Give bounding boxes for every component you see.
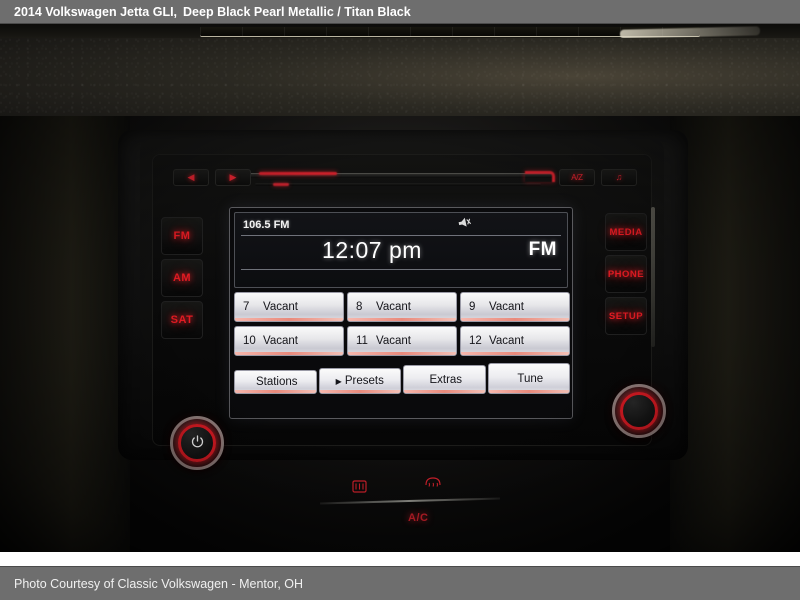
header-divider-bottom — [241, 269, 561, 270]
media-button-label: MEDIA — [609, 226, 643, 238]
right-button-column: MEDIA PHONE SETUP — [605, 213, 647, 339]
front-defrost-icon[interactable] — [424, 476, 442, 490]
preset-number: 10 — [243, 335, 256, 347]
current-frequency: 106.5 FM — [243, 219, 290, 231]
am-button-label: AM — [172, 272, 192, 284]
eject-button[interactable]: A/Z — [559, 169, 595, 186]
vehicle-caption-bar: 2014 Volkswagen Jetta GLI, Deep Black Pe… — [0, 0, 800, 24]
preset-number: 11 — [356, 335, 368, 347]
photo-courtesy-bar: Photo Courtesy of Classic Volkswagen - M… — [0, 566, 800, 600]
center-stack: ◀ ▶ A/Z ♫ FM AM SAT MEDIA PHONE SETUP 10… — [0, 116, 800, 552]
tab-presets[interactable]: ▶ Presets — [318, 368, 401, 394]
screen-tab-bar: Stations ▶ Presets Extras Tune — [234, 363, 570, 394]
eject-icon: A/Z — [571, 172, 583, 182]
prev-track-button[interactable]: ◀ — [173, 169, 209, 186]
preset-button[interactable]: 8 Vacant — [347, 292, 457, 322]
media-note-button[interactable]: ♫ — [601, 169, 637, 186]
tab-tune[interactable]: Tune — [487, 363, 570, 394]
band-indicator: FM — [528, 239, 557, 260]
next-track-button[interactable]: ▶ — [215, 169, 251, 186]
media-button[interactable]: MEDIA — [605, 213, 647, 251]
fm-button-label: FM — [173, 230, 191, 242]
cd-slot-row: ◀ ▶ A/Z ♫ — [167, 165, 639, 199]
tab-extras-label: Extras — [429, 373, 463, 386]
climate-control-panel: A/C 1 2 3 4 — [130, 462, 670, 552]
mute-speaker-icon — [457, 216, 472, 231]
left-button-column: FM AM SAT — [161, 217, 203, 343]
am-button[interactable]: AM — [161, 259, 203, 297]
preset-label: Vacant — [376, 335, 411, 347]
preset-number: 7 — [243, 301, 250, 313]
tab-extras[interactable]: Extras — [403, 365, 486, 394]
preset-label: Vacant — [263, 335, 298, 347]
cd-indicator-dot — [273, 183, 289, 186]
music-note-icon: ♫ — [615, 172, 623, 182]
tab-presets-label: Presets — [344, 375, 384, 387]
left-trim-panel — [0, 116, 130, 552]
photo-courtesy-text: Photo Courtesy of Classic Volkswagen - M… — [14, 576, 304, 591]
preset-grid: 7 Vacant 8 Vacant 9 Vacant 10 Vacant 11 … — [234, 292, 570, 356]
preset-label: Vacant — [489, 301, 524, 313]
tune-knob-ring — [620, 392, 658, 430]
phone-button-label: PHONE — [607, 268, 645, 280]
header-divider-top — [241, 235, 561, 236]
vehicle-colors: Deep Black Pearl Metallic / Titan Black — [183, 4, 411, 19]
phone-button[interactable]: PHONE — [605, 255, 647, 293]
preset-number: 8 — [356, 301, 363, 313]
next-track-icon: ▶ — [229, 172, 237, 182]
preset-button[interactable]: 12 Vacant — [460, 326, 570, 356]
setup-button-label: SETUP — [608, 310, 644, 322]
setup-button[interactable]: SETUP — [605, 297, 647, 335]
preset-label: Vacant — [489, 335, 524, 347]
preset-button[interactable]: 10 Vacant — [234, 326, 344, 356]
ac-label[interactable]: A/C — [408, 512, 428, 524]
radio-head-unit: ◀ ▶ A/Z ♫ FM AM SAT MEDIA PHONE SETUP 10… — [152, 154, 655, 446]
cd-eject-indicator — [525, 171, 555, 182]
screen-status-header: 106.5 FM 12:07 pm FM — [234, 212, 568, 288]
tab-caret-icon: ▶ — [335, 376, 342, 386]
infotainment-screen[interactable]: 106.5 FM 12:07 pm FM 7 Vacant 8 Vacant 9… — [229, 207, 573, 419]
clock-display: 12:07 pm — [322, 237, 422, 263]
preset-button[interactable]: 9 Vacant — [460, 292, 570, 322]
tab-tune-label: Tune — [517, 372, 544, 385]
defrost-button-row: A/C — [290, 474, 520, 524]
screenshot-root: 2014 Volkswagen Jetta GLI, Deep Black Pe… — [0, 0, 800, 600]
cd-slot-lower-edge — [255, 183, 541, 186]
climate-trim-bar — [320, 497, 500, 505]
vehicle-photo: ◀ ▶ A/Z ♫ FM AM SAT MEDIA PHONE SETUP 10… — [0, 24, 800, 552]
prev-track-icon: ◀ — [187, 172, 195, 182]
tune-knob[interactable] — [612, 384, 666, 438]
tab-stations-label: Stations — [255, 376, 298, 388]
right-trim-panel — [670, 116, 800, 552]
photo-bottom-divider — [0, 552, 800, 566]
power-icon — [191, 435, 204, 451]
tab-stations[interactable]: Stations — [234, 370, 317, 394]
sat-button[interactable]: SAT — [161, 301, 203, 339]
preset-label: Vacant — [376, 301, 411, 313]
preset-button[interactable]: 7 Vacant — [234, 292, 344, 322]
preset-number: 9 — [469, 301, 476, 313]
sat-button-label: SAT — [170, 314, 194, 326]
fm-button[interactable]: FM — [161, 217, 203, 255]
preset-button[interactable]: 11 Vacant — [347, 326, 457, 356]
preset-number: 12 — [469, 335, 482, 347]
rear-defrost-icon[interactable] — [352, 480, 367, 495]
chrome-trim-strip — [651, 207, 655, 347]
vehicle-model: 2014 Volkswagen Jetta GLI, — [14, 4, 178, 19]
cd-indicator-light — [259, 172, 337, 175]
preset-label: Vacant — [263, 301, 298, 313]
